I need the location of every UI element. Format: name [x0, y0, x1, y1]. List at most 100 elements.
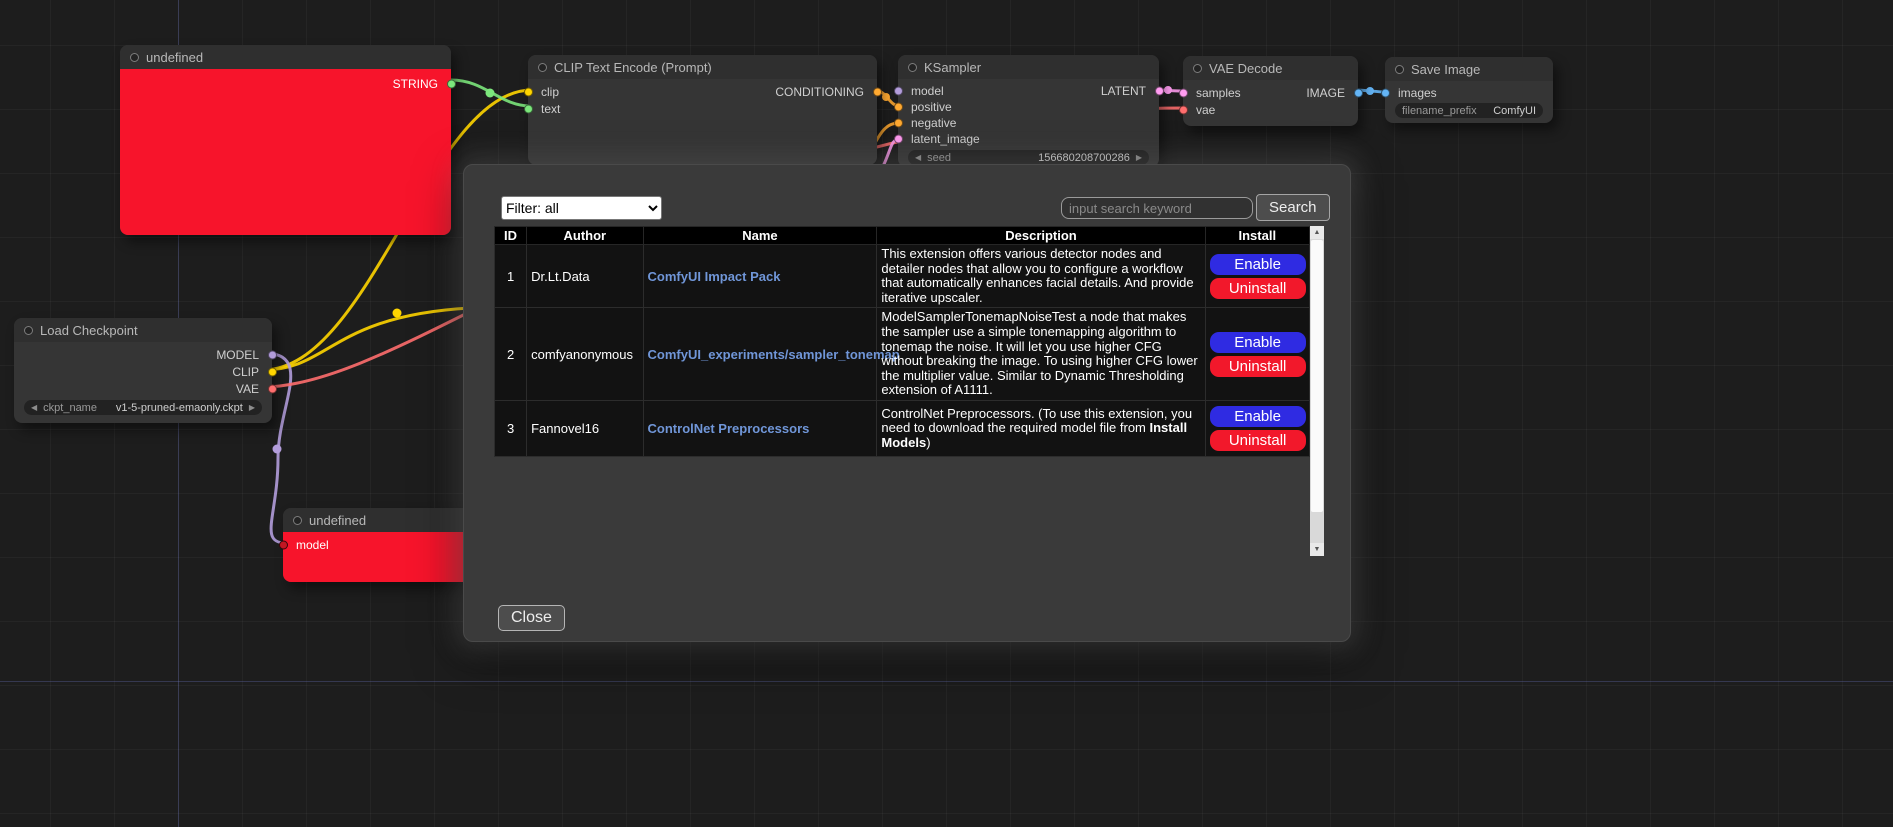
output-label: STRING	[393, 77, 438, 91]
cell-id: 3	[495, 400, 527, 456]
input-label: samples	[1196, 86, 1241, 100]
increment-arrow-icon[interactable]: ▶	[249, 400, 255, 415]
extension-link[interactable]: ControlNet Preprocessors	[648, 421, 810, 436]
link-midpoint-dot	[1366, 87, 1374, 95]
cell-author: Fannovel16	[527, 400, 643, 456]
link-midpoint-dot	[273, 445, 282, 454]
filename-prefix-widget[interactable]: filename_prefix ComfyUI	[1395, 103, 1543, 118]
wire-string-to-text	[451, 80, 531, 106]
output-socket-latent[interactable]	[1155, 87, 1164, 96]
node-title-bar[interactable]: undefined	[120, 45, 451, 69]
output-label: VAE	[236, 382, 259, 396]
node-save-image[interactable]: Save Image images filename_prefix ComfyU…	[1385, 57, 1553, 123]
node-collapse-toggle-icon[interactable]	[1193, 64, 1202, 73]
uninstall-button[interactable]: Uninstall	[1210, 430, 1306, 451]
input-socket-model[interactable]	[894, 87, 903, 96]
search-input[interactable]	[1061, 197, 1253, 219]
node-load-checkpoint[interactable]: Load Checkpoint MODEL CLIP VAE ◀ ckpt_na…	[14, 318, 272, 423]
node-body: model LATENT positive negative latent_im…	[898, 79, 1159, 168]
close-button[interactable]: Close	[498, 605, 565, 631]
node-title: undefined	[146, 50, 203, 65]
widget-value: v1-5-pruned-emaonly.ckpt	[116, 402, 243, 414]
node-collapse-toggle-icon[interactable]	[908, 63, 917, 72]
node-collapse-toggle-icon[interactable]	[24, 326, 33, 335]
enable-button[interactable]: Enable	[1210, 254, 1306, 275]
output-socket-conditioning[interactable]	[873, 87, 882, 96]
output-socket-clip[interactable]	[268, 367, 277, 376]
uninstall-button[interactable]: Uninstall	[1210, 278, 1306, 299]
search-button[interactable]: Search	[1256, 194, 1330, 221]
filter-dropdown[interactable]: Filter: all	[501, 196, 662, 220]
node-title: CLIP Text Encode (Prompt)	[554, 60, 712, 75]
output-socket-string[interactable]	[447, 80, 456, 89]
cell-author: Dr.Lt.Data	[527, 245, 643, 308]
decrement-arrow-icon[interactable]: ◀	[915, 150, 921, 165]
header-author: Author	[527, 227, 643, 245]
table-header-row: ID Author Name Description Install	[495, 227, 1310, 245]
output-socket-model[interactable]	[268, 350, 277, 359]
enable-button[interactable]: Enable	[1210, 406, 1306, 427]
node-collapse-toggle-icon[interactable]	[538, 63, 547, 72]
input-label: text	[541, 102, 560, 116]
node-title-bar[interactable]: KSampler	[898, 55, 1159, 79]
node-ksampler[interactable]: KSampler model LATENT positive negative …	[898, 55, 1159, 167]
seed-widget[interactable]: ◀ seed 156680208700286 ▶	[908, 150, 1149, 165]
input-socket-clip[interactable]	[524, 87, 533, 96]
node-undefined-top[interactable]: undefined STRING	[120, 45, 451, 235]
extension-link[interactable]: ComfyUI Impact Pack	[648, 269, 781, 284]
scrollbar-thumb[interactable]	[1311, 240, 1323, 512]
node-title-bar[interactable]: Save Image	[1385, 57, 1553, 81]
input-socket-text[interactable]	[524, 104, 533, 113]
node-graph-canvas[interactable]: undefined STRING CLIP Text Encode (Promp…	[0, 0, 1893, 827]
input-socket-latent-image[interactable]	[894, 135, 903, 144]
input-socket-samples[interactable]	[1179, 88, 1188, 97]
node-body: samples IMAGE vae	[1183, 80, 1358, 126]
output-label: CLIP	[232, 365, 259, 379]
scroll-up-icon[interactable]: ▲	[1310, 226, 1324, 239]
node-title-bar[interactable]: Load Checkpoint	[14, 318, 272, 342]
input-socket-negative[interactable]	[894, 119, 903, 128]
widget-label: seed	[927, 152, 951, 164]
node-collapse-toggle-icon[interactable]	[130, 53, 139, 62]
link-midpoint-dot	[393, 309, 402, 318]
scroll-down-icon[interactable]: ▼	[1310, 543, 1324, 556]
link-midpoint-dot	[1164, 86, 1172, 94]
output-socket-image[interactable]	[1354, 88, 1363, 97]
cell-description: ModelSamplerTonemapNoiseTest a node that…	[877, 308, 1205, 401]
node-collapse-toggle-icon[interactable]	[1395, 65, 1404, 74]
enable-button[interactable]: Enable	[1210, 332, 1306, 353]
cell-author: comfyanonymous	[527, 308, 643, 401]
node-title: Load Checkpoint	[40, 323, 138, 338]
input-label: negative	[911, 116, 956, 130]
canvas-origin-hline	[0, 681, 1893, 682]
input-label: vae	[1196, 103, 1215, 117]
node-collapse-toggle-icon[interactable]	[293, 516, 302, 525]
input-label: latent_image	[911, 132, 980, 146]
node-title-bar[interactable]: VAE Decode	[1183, 56, 1358, 80]
node-body: STRING	[120, 69, 451, 235]
input-socket-images[interactable]	[1381, 88, 1390, 97]
node-body: MODEL CLIP VAE ◀ ckpt_name v1-5-pruned-e…	[14, 342, 272, 423]
output-label: LATENT	[1101, 84, 1146, 98]
node-clip-text-encode[interactable]: CLIP Text Encode (Prompt) clip CONDITION…	[528, 55, 877, 165]
input-socket-vae[interactable]	[1179, 105, 1188, 114]
node-body: clip CONDITIONING text	[528, 79, 877, 165]
extension-link[interactable]: ComfyUI_experiments/sampler_tonemap	[648, 347, 900, 362]
uninstall-button[interactable]: Uninstall	[1210, 356, 1306, 377]
description-text: ControlNet Preprocessors. (To use this e…	[881, 406, 1192, 436]
link-midpoint-dot	[882, 93, 890, 101]
node-title-bar[interactable]: CLIP Text Encode (Prompt)	[528, 55, 877, 79]
cell-id: 2	[495, 308, 527, 401]
decrement-arrow-icon[interactable]: ◀	[31, 400, 37, 415]
input-socket-model[interactable]	[279, 540, 288, 549]
node-vae-decode[interactable]: VAE Decode samples IMAGE vae	[1183, 56, 1358, 126]
input-socket-positive[interactable]	[894, 103, 903, 112]
increment-arrow-icon[interactable]: ▶	[1136, 150, 1142, 165]
cell-description: ControlNet Preprocessors. (To use this e…	[877, 400, 1205, 456]
input-label: clip	[541, 85, 559, 99]
link-midpoint-dot	[486, 89, 495, 98]
table-scrollbar[interactable]: ▲ ▼	[1310, 226, 1324, 556]
ckpt-name-widget[interactable]: ◀ ckpt_name v1-5-pruned-emaonly.ckpt ▶	[24, 400, 262, 415]
input-label: model	[911, 84, 944, 98]
output-socket-vae[interactable]	[268, 384, 277, 393]
